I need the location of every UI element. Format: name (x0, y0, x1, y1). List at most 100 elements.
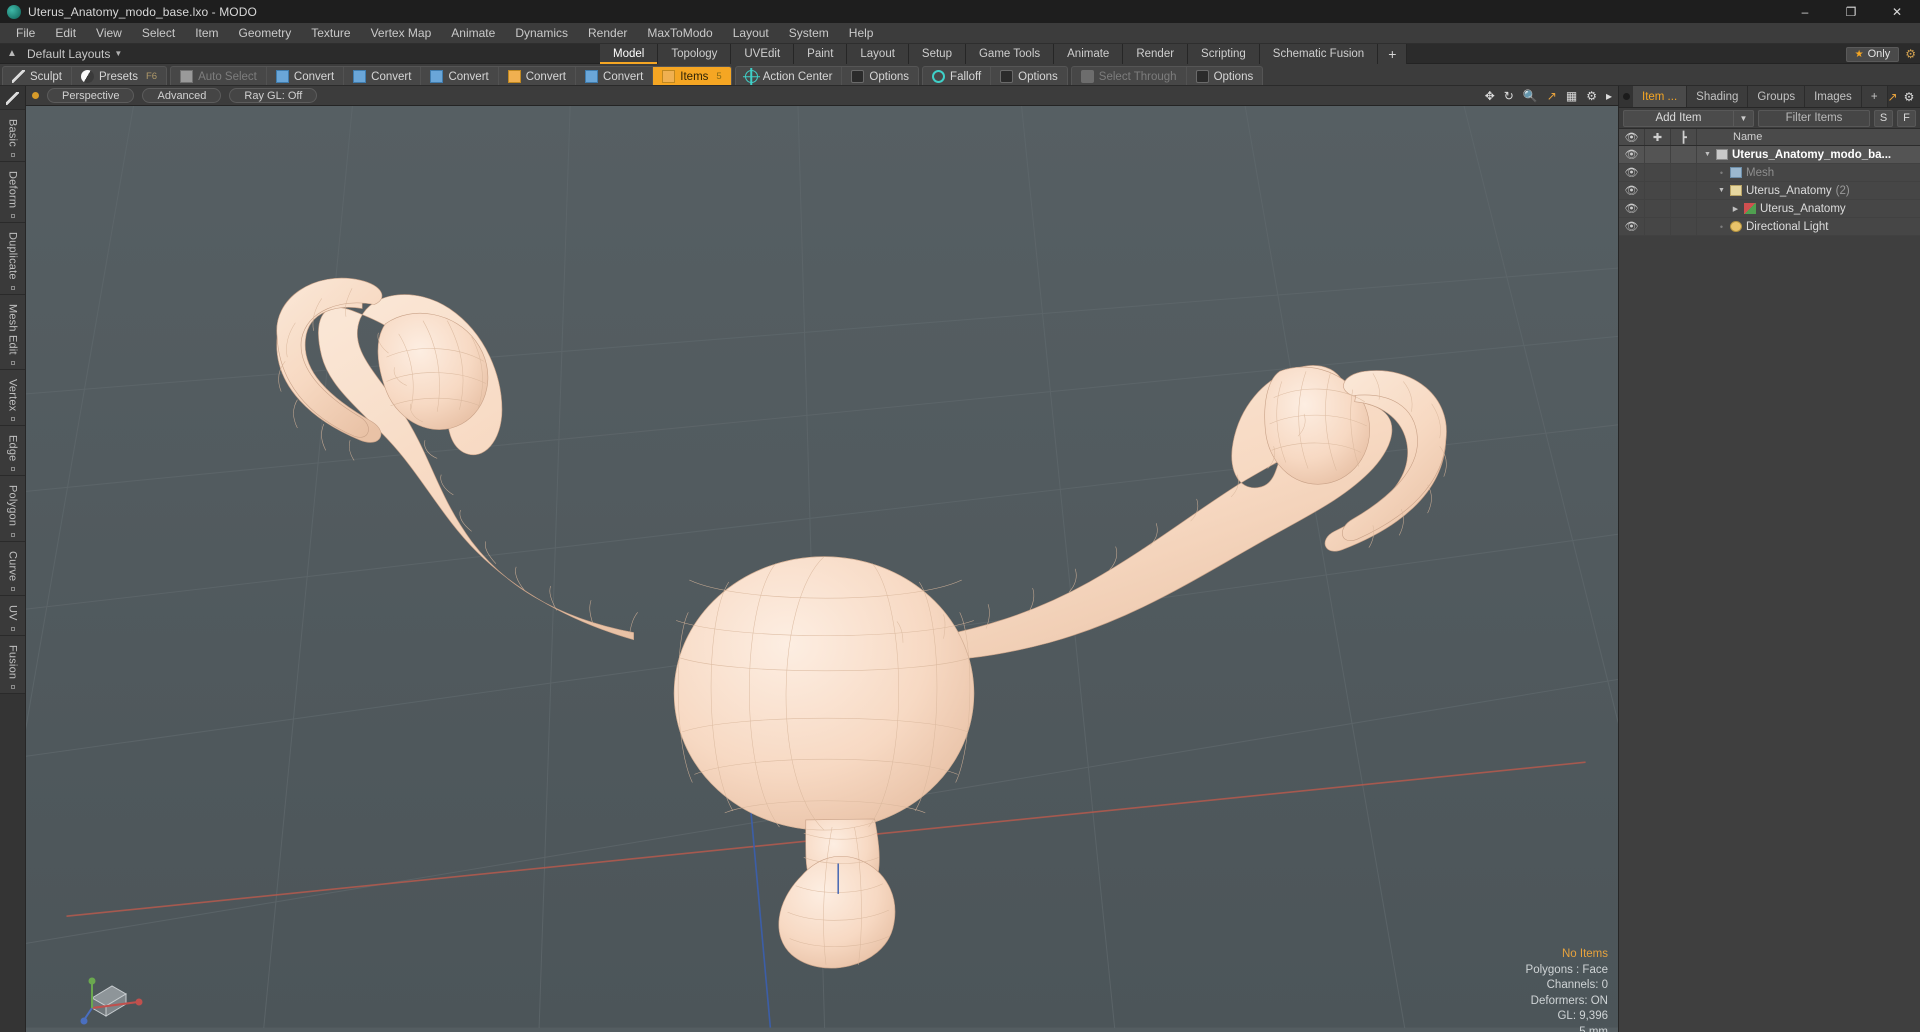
layout-tab-uvedit[interactable]: UVEdit (731, 44, 795, 64)
left-tab-basic[interactable]: Basic (0, 110, 25, 162)
row-add-cell[interactable] (1645, 146, 1671, 163)
toolbar-button-items[interactable]: Items 5 (653, 67, 731, 85)
twirl-right-icon[interactable]: ▶ (1731, 205, 1740, 213)
toolbar-button-convert[interactable]: Convert (267, 67, 345, 85)
toolbar-button-convert[interactable]: Convert (421, 67, 499, 85)
menu-item-render[interactable]: Render (578, 23, 637, 44)
left-tab-duplicate[interactable]: Duplicate (0, 223, 25, 295)
item-name-cell[interactable]: • Mesh (1697, 164, 1920, 181)
left-tab-uv[interactable]: UV (0, 595, 25, 636)
row-add-cell[interactable] (1645, 200, 1671, 217)
layout-tab-layout[interactable]: Layout (847, 44, 909, 64)
gear-icon[interactable]: ⚙ (1904, 91, 1915, 103)
menu-item-view[interactable]: View (86, 23, 132, 44)
menu-item-dynamics[interactable]: Dynamics (505, 23, 578, 44)
row-transform-cell[interactable] (1671, 164, 1697, 181)
menu-item-geometry[interactable]: Geometry (229, 23, 302, 44)
panel-tab-groups[interactable]: Groups (1748, 86, 1806, 107)
left-tab-fusion[interactable]: Fusion (0, 635, 25, 694)
add-panel-tab-button[interactable]: + (1861, 86, 1888, 107)
layout-tab-scripting[interactable]: Scripting (1188, 44, 1260, 64)
row-transform-cell[interactable] (1671, 182, 1697, 199)
chevron-down-icon[interactable]: ▼ (1733, 110, 1753, 126)
close-button[interactable]: ✕ (1874, 0, 1920, 23)
left-tab-deform[interactable]: Deform (0, 161, 25, 224)
viewport-mode-button[interactable]: Perspective (47, 88, 135, 103)
layout-tab-render[interactable]: Render (1123, 44, 1189, 64)
layout-tab-game-tools[interactable]: Game Tools (965, 44, 1055, 64)
minimize-button[interactable]: – (1782, 0, 1828, 23)
toolbar-button-options[interactable]: Options (842, 67, 918, 85)
row-transform-cell[interactable] (1671, 146, 1697, 163)
toolbar-button-convert[interactable]: Convert (576, 67, 654, 85)
axis-gizmo[interactable] (74, 958, 144, 1028)
item-list-empty-area[interactable] (1619, 236, 1920, 1032)
layout-tab-paint[interactable]: Paint (794, 44, 848, 64)
collapse-arrow-icon[interactable]: ▲ (5, 47, 19, 61)
gear-icon[interactable]: ⚙ (1905, 48, 1916, 60)
viewport-raygl-button[interactable]: Ray GL: Off (229, 88, 318, 103)
menu-item-file[interactable]: File (6, 23, 45, 44)
menu-item-texture[interactable]: Texture (301, 23, 360, 44)
only-toggle-button[interactable]: ★ Only (1845, 46, 1900, 62)
table-row[interactable]: 👁 ▶ Uterus_Anatomy (1619, 200, 1920, 218)
menu-item-select[interactable]: Select (132, 23, 185, 44)
toolbar-button-sculpt[interactable]: Sculpt (3, 67, 72, 85)
layout-tab-schematic-fusion[interactable]: Schematic Fusion (1259, 44, 1379, 64)
filter-f-button[interactable]: F (1897, 109, 1916, 127)
visibility-toggle-icon[interactable]: 👁 (1619, 218, 1645, 235)
layout-tab-topology[interactable]: Topology (658, 44, 732, 64)
menu-item-system[interactable]: System (779, 23, 839, 44)
add-item-button[interactable]: Add Item ▼ (1623, 109, 1754, 127)
visibility-toggle-icon[interactable]: 👁 (1619, 200, 1645, 217)
item-name-cell[interactable]: ▼ Uterus_Anatomy (2) (1697, 182, 1920, 199)
filter-items-input[interactable]: Filter Items (1758, 109, 1870, 127)
item-name-cell[interactable]: • Directional Light (1697, 218, 1920, 235)
zoom-icon[interactable]: 🔍 (1523, 90, 1538, 102)
grid-icon[interactable]: ▦ (1566, 90, 1577, 102)
menu-item-maxtomodo[interactable]: MaxToModo (637, 23, 722, 44)
table-row[interactable]: 👁 ▼ Uterus_Anatomy (2) (1619, 182, 1920, 200)
row-add-cell[interactable] (1645, 164, 1671, 181)
table-row[interactable]: 👁 ▼ Uterus_Anatomy_modo_ba... (1619, 146, 1920, 164)
panel-tab-item[interactable]: Item ... (1633, 86, 1688, 107)
toolbar-button-convert[interactable]: Convert (344, 67, 422, 85)
filter-s-button[interactable]: S (1874, 109, 1893, 127)
table-row[interactable]: 👁 • Mesh (1619, 164, 1920, 182)
more-icon[interactable]: ▸ (1606, 90, 1612, 102)
menu-item-layout[interactable]: Layout (723, 23, 779, 44)
left-tab-polygon[interactable]: Polygon (0, 476, 25, 542)
sculpt-tool-icon[interactable] (0, 88, 25, 110)
row-transform-cell[interactable] (1671, 200, 1697, 217)
twirl-down-icon[interactable]: ▼ (1703, 151, 1712, 158)
viewport-menu-dot-icon[interactable] (32, 92, 39, 99)
maximize-button[interactable]: ❐ (1828, 0, 1874, 23)
visibility-toggle-icon[interactable]: 👁 (1619, 182, 1645, 199)
toolbar-button-convert[interactable]: Convert (499, 67, 577, 85)
toolbar-button-action-center[interactable]: Action Center (736, 67, 843, 85)
left-tab-curve[interactable]: Curve (0, 541, 25, 596)
row-transform-cell[interactable] (1671, 218, 1697, 235)
visibility-toggle-icon[interactable]: 👁 (1619, 164, 1645, 181)
add-layout-tab-button[interactable]: + (1378, 44, 1408, 64)
popout-icon[interactable]: ↗ (1888, 91, 1898, 103)
rotate-icon[interactable]: ↻ (1504, 90, 1514, 102)
pan-icon[interactable]: ✥ (1485, 90, 1495, 102)
table-row[interactable]: 👁 • Directional Light (1619, 218, 1920, 236)
layout-tab-animate[interactable]: Animate (1054, 44, 1124, 64)
viewport-shading-button[interactable]: Advanced (142, 88, 222, 103)
left-tab-vertex[interactable]: Vertex (0, 369, 25, 426)
panel-menu-dot-icon[interactable] (1623, 93, 1630, 100)
layout-tab-model[interactable]: Model (600, 44, 659, 64)
default-layouts-dropdown[interactable]: Default Layouts ▼ (27, 47, 122, 61)
toolbar-button-presets[interactable]: Presets F6 (72, 67, 166, 85)
left-tab-mesh-edit[interactable]: Mesh Edit (0, 294, 25, 370)
menu-item-edit[interactable]: Edit (45, 23, 86, 44)
item-name-cell[interactable]: ▼ Uterus_Anatomy_modo_ba... (1697, 146, 1920, 163)
fit-icon[interactable]: ↗ (1547, 90, 1557, 102)
menu-item-vertex-map[interactable]: Vertex Map (361, 23, 442, 44)
panel-tab-shading[interactable]: Shading (1687, 86, 1749, 107)
toolbar-button-options[interactable]: Options (1187, 67, 1263, 85)
twirl-down-icon[interactable]: ▼ (1717, 187, 1726, 194)
menu-item-animate[interactable]: Animate (441, 23, 505, 44)
